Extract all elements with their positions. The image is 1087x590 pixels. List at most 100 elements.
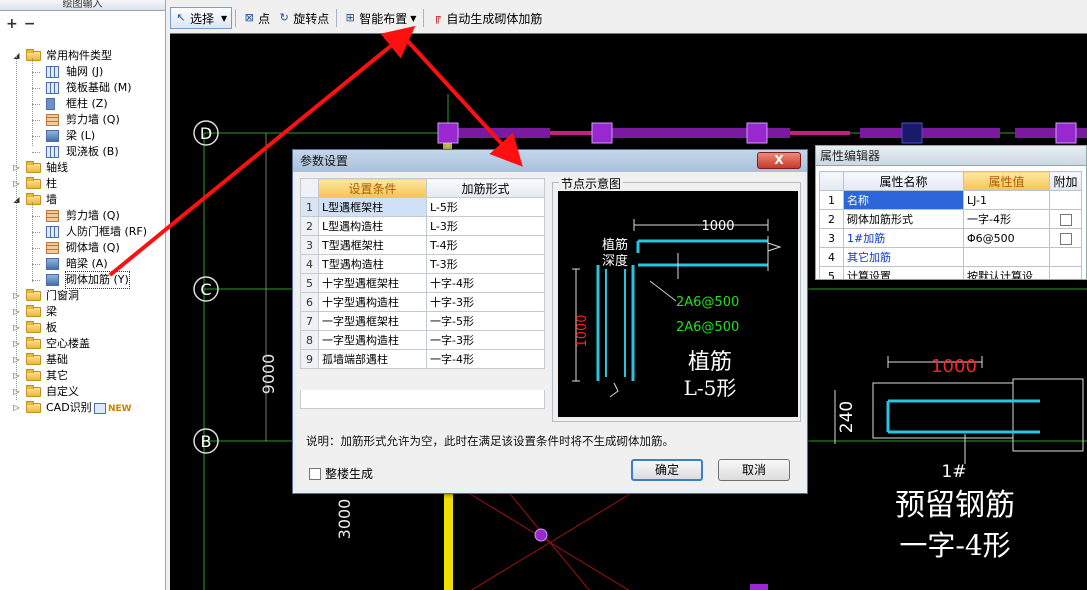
wall-segment[interactable] [790, 131, 850, 135]
tree-item[interactable]: 梁 (L) [0, 128, 165, 144]
dimension-9000: 9000 [259, 354, 278, 395]
tree-item-label: 其它 [46, 369, 68, 382]
auto-generate-button[interactable]: ╔ 自动生成砌体加筋 [427, 7, 546, 29]
condition-cell: 一字型遇框架柱 [318, 311, 427, 331]
column[interactable] [1055, 122, 1077, 144]
extra-checkbox[interactable] [1059, 232, 1072, 245]
close-button[interactable]: X [757, 152, 801, 169]
condition-row[interactable]: 2 L型遇构造柱 L-3形 [300, 216, 545, 236]
condition-cell: T型遇构造柱 [318, 254, 427, 274]
node-diagram-drawing: 1000 植筋 深度 1000 2A6@500 2A6@500 植筋 L-5形 [572, 219, 782, 400]
form-cell[interactable]: 十字-3形 [426, 292, 545, 312]
anchor-label-2: 深度 [602, 253, 628, 269]
tree-item[interactable]: ▷ 轴线 [0, 160, 165, 176]
whole-floor-option[interactable]: 整楼生成 [309, 465, 373, 482]
node-dim-top: 1000 [701, 219, 734, 234]
expand-all-button[interactable]: + [6, 16, 18, 32]
form-cell[interactable]: L-3形 [426, 216, 545, 236]
tree-item[interactable]: 人防门框墙 (RF) [0, 224, 165, 240]
condition-row[interactable]: 3 T型遇框架柱 T-4形 [300, 235, 545, 255]
form-cell[interactable]: 一字-3形 [426, 330, 545, 350]
tree-item[interactable]: ◢ 常用构件类型 [0, 48, 165, 64]
tree-item[interactable]: 暗梁 (A) [0, 256, 165, 272]
panel-header: 绘图输入 [0, 0, 165, 11]
condition-row[interactable]: 4 T型遇构造柱 T-3形 [300, 254, 545, 274]
select-button[interactable]: ↖ 选择 ▼ [170, 7, 233, 29]
tree-item[interactable]: ▷ 门窗洞 [0, 288, 165, 304]
tree-item[interactable]: ▷ 其它 [0, 368, 165, 384]
dialog-title-bar[interactable]: 参数设置 X [293, 150, 807, 172]
column[interactable] [750, 584, 768, 590]
folder-icon [26, 321, 41, 333]
point-button[interactable]: ⊠ 点 [239, 7, 274, 29]
tree-item[interactable]: 剪力墙 (Q) [0, 112, 165, 128]
point-marker[interactable] [534, 528, 548, 542]
tree-item[interactable]: ▷ 柱 [0, 176, 165, 192]
anchor-label-1: 植筋 [602, 237, 628, 253]
condition-row[interactable]: 6 十字型遇构造柱 十字-3形 [300, 292, 545, 312]
wall-icon [46, 114, 59, 126]
tree-item[interactable]: ◢ 墙 [0, 192, 165, 208]
tree-item[interactable]: 剪力墙 (Q) [0, 208, 165, 224]
column[interactable] [437, 122, 459, 144]
property-row[interactable]: 5 计算设置 按默认计算设 [819, 266, 1082, 279]
condition-cell: 孤墙端部遇柱 [318, 349, 427, 369]
extra-checkbox[interactable] [1059, 213, 1072, 226]
property-table: 属性名称 属性值 附加 1 名称 LJ-1 2 砌体加筋形式 一字-4形 3 1… [819, 171, 1082, 279]
property-row[interactable]: 4 其它加筋 [819, 247, 1082, 267]
tree-item[interactable]: ▷ 板 [0, 320, 165, 336]
grid-icon [46, 226, 59, 238]
cancel-button[interactable]: 取消 [718, 459, 790, 481]
wall-segment[interactable] [860, 128, 1000, 138]
whole-floor-checkbox[interactable] [309, 467, 321, 480]
ok-button[interactable]: 确定 [631, 459, 703, 481]
rotate-point-button[interactable]: ↻ 旋转点 [274, 7, 333, 29]
expand-icon[interactable]: ▷ [12, 403, 21, 412]
tree-item-label: 常用构件类型 [46, 49, 112, 62]
tree-item[interactable]: 轴网 (J) [0, 64, 165, 80]
tree-item-label: 砌体墙 (Q) [66, 241, 120, 254]
form-cell[interactable]: 一字-5形 [426, 311, 545, 331]
tree-item[interactable]: 现浇板 (B) [0, 144, 165, 160]
collapse-all-button[interactable]: − [24, 16, 36, 32]
point-icon: ⊠ [244, 11, 254, 24]
folder-icon [26, 289, 41, 301]
form-cell[interactable]: 一字-4形 [426, 349, 545, 369]
condition-row[interactable]: 9 孤墙端部遇柱 一字-4形 [300, 349, 545, 369]
condition-row[interactable]: 1 L型遇框架柱 L-5形 [300, 197, 545, 217]
form-cell[interactable]: T-4形 [426, 235, 545, 255]
property-row[interactable]: 3 1#加筋 Φ6@500 [819, 228, 1082, 248]
wall-segment[interactable] [444, 494, 453, 590]
column[interactable] [746, 122, 768, 144]
form-cell[interactable]: T-3形 [426, 254, 545, 274]
condition-cell: T型遇框架柱 [318, 235, 427, 255]
tree-item[interactable]: ▷ CAD识别 NEW [0, 400, 165, 416]
chevron-down-icon[interactable]: ▼ [221, 14, 227, 23]
smart-layout-button[interactable]: ⊞ 智能布置 ▼ [340, 7, 420, 29]
tree-item[interactable]: ▷ 空心楼盖 [0, 336, 165, 352]
condition-row[interactable]: 5 十字型遇框架柱 十字-4形 [300, 273, 545, 293]
tree-item[interactable]: 砌体加筋 (Y) [0, 271, 165, 289]
tree-item[interactable]: ▷ 梁 [0, 304, 165, 320]
tree-item[interactable]: ▷ 基础 [0, 352, 165, 368]
form-cell[interactable]: 十字-4形 [426, 273, 545, 293]
chevron-down-icon[interactable]: ▼ [410, 14, 416, 23]
property-row[interactable]: 2 砌体加筋形式 一字-4形 [819, 209, 1082, 229]
property-row[interactable]: 1 名称 LJ-1 [819, 190, 1082, 210]
folder-icon [26, 177, 41, 189]
form-cell[interactable]: L-5形 [426, 197, 545, 217]
condition-row[interactable]: 8 一字型遇构造柱 一字-3形 [300, 330, 545, 350]
tree-item[interactable]: 砌体墙 (Q) [0, 240, 165, 256]
tree-item[interactable]: 框柱 (Z) [0, 96, 165, 112]
tree-item[interactable]: ▷ 自定义 [0, 384, 165, 400]
tree-item-label: 自定义 [46, 385, 79, 398]
tree-item-label: 砌体加筋 (Y) [65, 271, 130, 289]
column[interactable] [901, 122, 923, 144]
column[interactable] [591, 122, 613, 144]
smart-layout-icon: ⊞ [345, 11, 355, 24]
tree-item[interactable]: 筏板基础 (M) [0, 80, 165, 96]
folder-icon [26, 369, 41, 381]
wall-icon [46, 210, 59, 222]
svg-text:C: C [200, 280, 211, 299]
condition-row[interactable]: 7 一字型遇框架柱 一字-5形 [300, 311, 545, 331]
